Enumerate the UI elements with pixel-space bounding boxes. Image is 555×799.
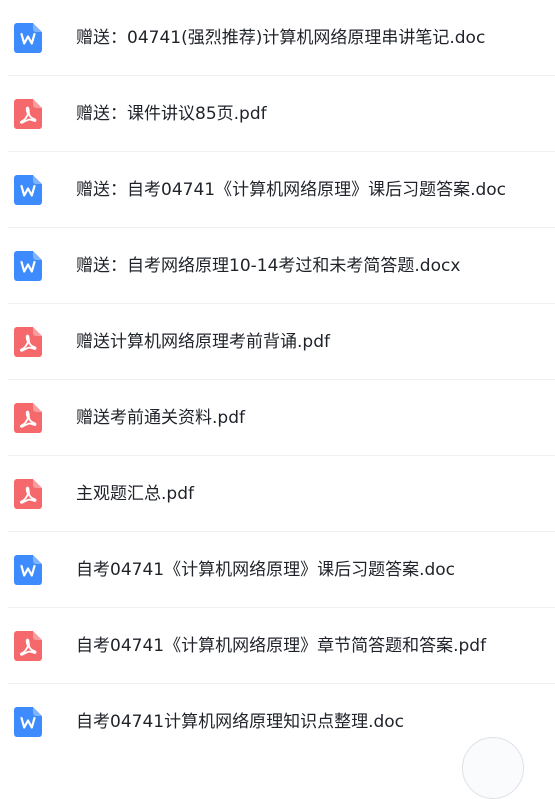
file-name: 赠送：自考04741《计算机网络原理》课后习题答案.doc (76, 180, 507, 200)
word-icon (14, 707, 42, 737)
file-row[interactable]: 赠送：自考网络原理10-14考过和未考简答题.docx (8, 228, 555, 304)
pdf-icon (14, 479, 42, 509)
file-row[interactable]: 赠送：04741(强烈推荐)计算机网络原理串讲笔记.doc (8, 0, 555, 76)
file-name: 赠送：04741(强烈推荐)计算机网络原理串讲笔记.doc (76, 28, 486, 48)
word-icon (14, 555, 42, 585)
pdf-icon (14, 327, 42, 357)
file-name: 自考04741《计算机网络原理》课后习题答案.doc (76, 560, 456, 580)
pdf-icon (14, 403, 42, 433)
file-name: 赠送计算机网络原理考前背诵.pdf (76, 332, 330, 352)
word-icon (14, 23, 42, 53)
word-icon (14, 175, 42, 205)
pdf-icon (14, 99, 42, 129)
file-list: 赠送：04741(强烈推荐)计算机网络原理串讲笔记.doc 赠送：课件讲议85页… (0, 0, 555, 760)
file-name: 赠送：自考网络原理10-14考过和未考简答题.docx (76, 256, 461, 276)
file-row[interactable]: 赠送考前通关资料.pdf (8, 380, 555, 456)
file-row[interactable]: 赠送：课件讲议85页.pdf (8, 76, 555, 152)
file-name: 自考04741《计算机网络原理》章节简答题和答案.pdf (76, 636, 487, 656)
word-icon (14, 251, 42, 281)
file-row[interactable]: 自考04741《计算机网络原理》课后习题答案.doc (8, 532, 555, 608)
file-name: 自考04741计算机网络原理知识点整理.doc (76, 712, 405, 732)
file-row[interactable]: 自考04741《计算机网络原理》章节简答题和答案.pdf (8, 608, 555, 684)
file-name: 赠送考前通关资料.pdf (76, 408, 245, 428)
file-name: 主观题汇总.pdf (76, 484, 194, 504)
floating-action-button[interactable] (462, 737, 524, 799)
file-name: 赠送：课件讲议85页.pdf (76, 104, 267, 124)
file-row[interactable]: 赠送计算机网络原理考前背诵.pdf (8, 304, 555, 380)
file-row[interactable]: 主观题汇总.pdf (8, 456, 555, 532)
file-row[interactable]: 赠送：自考04741《计算机网络原理》课后习题答案.doc (8, 152, 555, 228)
pdf-icon (14, 631, 42, 661)
